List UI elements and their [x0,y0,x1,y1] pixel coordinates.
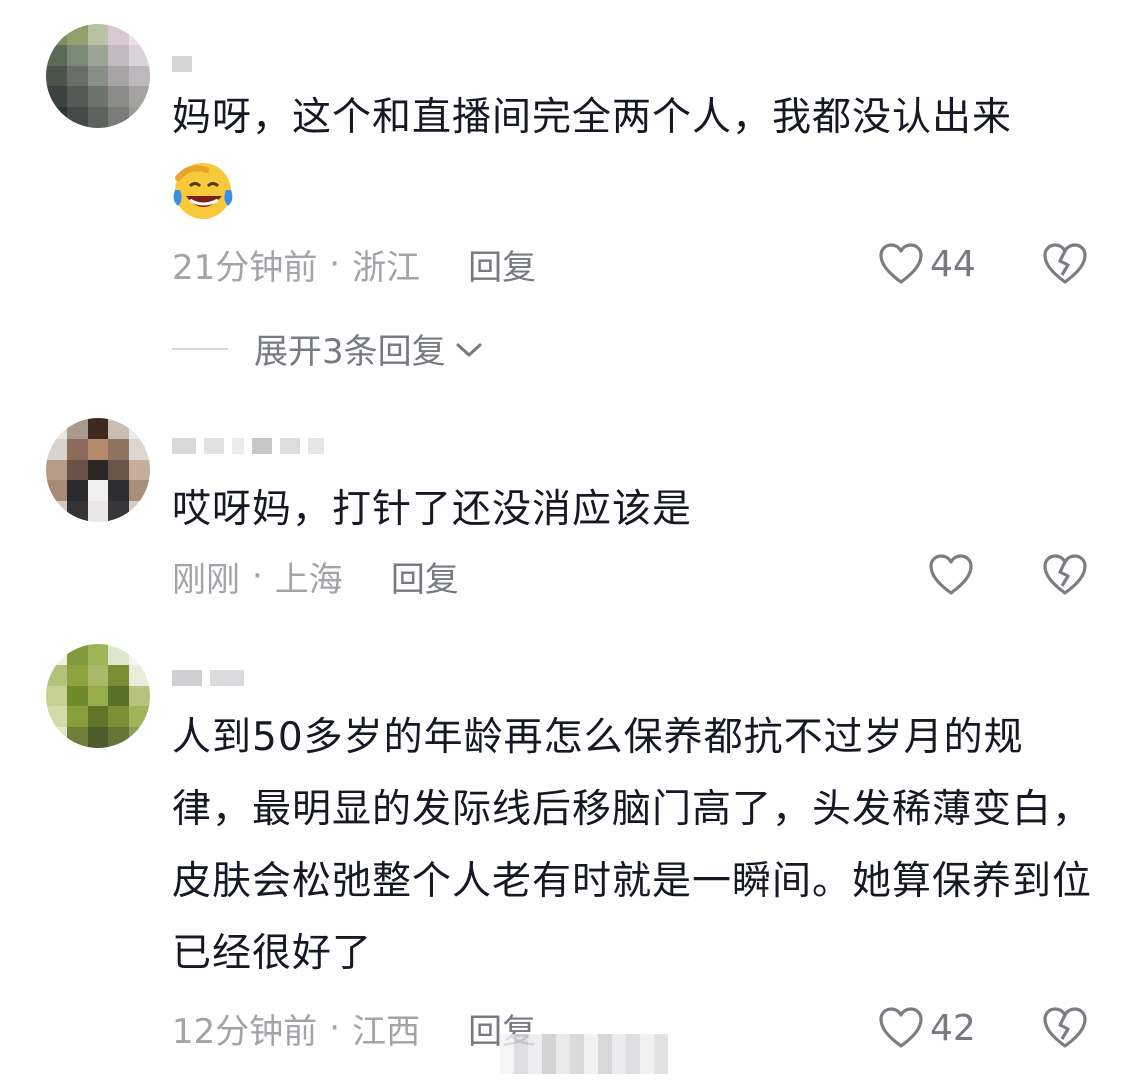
avatar[interactable] [46,418,150,522]
avatar[interactable] [46,644,150,748]
comment-meta: 21分钟前 · 浙江 回复 [172,240,536,289]
like-button[interactable]: 44 [878,242,976,286]
reply-button[interactable]: 回复 [391,552,459,601]
heart-outline-icon [928,553,974,597]
comment-time: 12分钟前 [172,1011,318,1052]
comment-location: 上海 [274,559,343,600]
comment-time: 21分钟前 [172,247,318,288]
heart-outline-icon [878,242,924,286]
username-blurred[interactable] [172,664,244,692]
reply-button[interactable]: 回复 [468,240,536,289]
expand-replies[interactable]: 展开3条回复 [172,324,484,373]
expand-replies-label: 展开3条回复 [254,332,446,372]
broken-heart-icon[interactable] [1042,242,1088,286]
like-count: 44 [930,243,976,285]
meta-separator: · [329,244,341,284]
like-count: 42 [930,1007,976,1049]
like-button[interactable]: 42 [878,1006,976,1050]
username-blurred[interactable] [172,432,324,460]
comment-time: 刚刚 [172,559,240,600]
chevron-down-icon [454,329,484,369]
expand-divider [172,347,228,350]
comment-text: 人到50多岁的年龄再怎么保养都抗不过岁月的规律，最明显的发际线后移脑门高了，头发… [172,715,1093,976]
comment-meta: 12分钟前 · 江西 回复 [172,1006,536,1052]
laughing-crying-emoji [172,160,234,222]
heart-outline-icon [878,1006,924,1050]
like-button[interactable] [928,553,980,597]
comment-meta: 刚刚 · 上海 回复 [172,552,459,601]
comment-location: 江西 [352,1011,421,1052]
avatar[interactable] [46,24,150,128]
comment-text: 哎呀妈，打针了还没消应该是 [172,487,693,532]
comment-text: 妈呀，这个和直播间完全两个人，我都没认出来 [172,95,1013,140]
broken-heart-icon[interactable] [1042,1006,1088,1050]
username-blurred[interactable] [172,50,192,78]
comment-location: 浙江 [352,247,421,288]
meta-separator: · [329,1008,341,1048]
meta-separator: · [252,556,263,596]
watermark-blur [500,1034,668,1074]
broken-heart-icon[interactable] [1042,553,1088,597]
